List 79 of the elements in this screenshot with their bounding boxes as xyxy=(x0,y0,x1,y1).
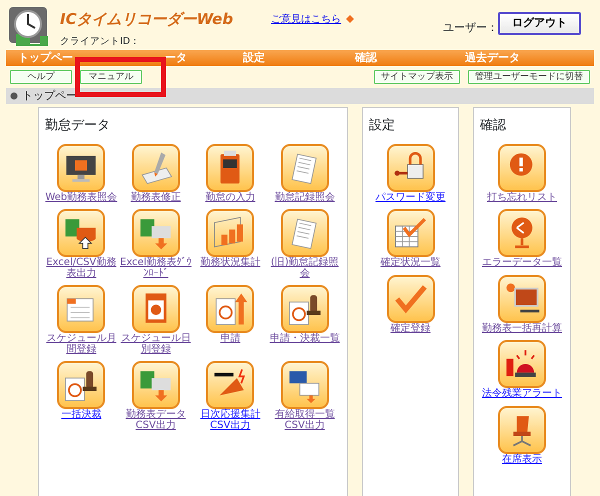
menu-tile[interactable] xyxy=(280,361,329,409)
sub-button[interactable]: マニュアル xyxy=(80,70,142,84)
menu-tile[interactable] xyxy=(132,144,180,192)
menu-link[interactable]: (旧)勤怠記録照会 xyxy=(268,258,341,279)
user-label: ユーザー： xyxy=(443,20,498,36)
exclamation-icon xyxy=(510,152,532,176)
client-id-label: クライアントID： xyxy=(60,34,142,48)
document-download-icon xyxy=(289,371,319,404)
menu-tile[interactable] xyxy=(386,274,434,322)
sub-button[interactable]: 管理ユーザーモードに切替 xyxy=(468,70,590,84)
stamp-icon xyxy=(288,295,320,325)
menu-link[interactable]: Excel勤務表ﾀﾞｳﾝﾛｰﾄﾞ xyxy=(120,258,192,279)
menu-tile[interactable] xyxy=(206,285,254,333)
menu-tile[interactable] xyxy=(57,209,106,257)
siren-icon xyxy=(506,349,536,377)
monitor-icon xyxy=(506,282,540,312)
menu-link[interactable]: パスワード変更 xyxy=(376,192,446,203)
menu-tile[interactable] xyxy=(386,209,434,257)
menu-link[interactable]: 一括決裁 xyxy=(61,410,102,420)
menu-link[interactable]: 申請 xyxy=(220,334,240,344)
menu-link[interactable]: スケジュール日別登録 xyxy=(120,334,192,355)
menu-link[interactable]: 勤怠の入力 xyxy=(205,192,256,203)
menu-tile[interactable] xyxy=(57,361,106,409)
menu-link[interactable]: Excel/CSV勤務表出力 xyxy=(45,258,118,279)
logout-button[interactable]: ログアウト xyxy=(498,12,582,34)
checkmark-icon xyxy=(394,284,426,313)
document-icon xyxy=(216,293,248,325)
menu-tile[interactable] xyxy=(57,285,106,333)
notepad-icon xyxy=(291,218,316,250)
menu-tile[interactable] xyxy=(498,274,546,322)
menu-tile[interactable] xyxy=(280,144,329,192)
menu-link[interactable]: 有給取得一覧CSV出力 xyxy=(268,410,341,431)
menu-tile[interactable] xyxy=(132,209,180,257)
menu-tile[interactable] xyxy=(386,144,434,192)
time-clock-icon xyxy=(220,150,240,184)
menu-link[interactable]: 勤務表一括再計算 xyxy=(482,324,562,334)
menu-link[interactable]: 法令残業アラート xyxy=(482,389,562,400)
menu-link[interactable]: 勤務表修正 xyxy=(130,192,181,203)
menu-link[interactable]: 申請・決裁一覧 xyxy=(270,334,340,344)
notepad-icon xyxy=(291,153,316,184)
chair-icon xyxy=(512,416,532,446)
menu-tile[interactable] xyxy=(206,361,254,409)
menu-tile[interactable] xyxy=(132,285,180,333)
sub-button[interactable]: サイトマップ表示 xyxy=(374,70,460,84)
stamp-icon xyxy=(65,371,97,401)
menu-link[interactable]: 確定状況一覧 xyxy=(380,258,440,268)
monitor-icon xyxy=(66,155,96,182)
menu-tile[interactable] xyxy=(498,144,546,192)
panel-title: 確認 xyxy=(480,117,507,135)
bullet-icon xyxy=(10,92,18,100)
menu-tile[interactable] xyxy=(132,361,180,409)
menu-tile[interactable] xyxy=(57,144,106,192)
sign-icon xyxy=(512,217,532,248)
panel-title: 設定 xyxy=(369,117,396,135)
feedback-link[interactable]: ご意見はこちら xyxy=(271,12,342,27)
bar-chart-icon xyxy=(214,216,244,248)
table-check-icon xyxy=(394,218,426,248)
menu-link[interactable]: スケジュール月間登録 xyxy=(45,334,118,355)
menu-link[interactable]: Web勤務表照会 xyxy=(45,192,118,203)
pencil-icon xyxy=(141,152,172,184)
menu-link[interactable]: 日次応援集計CSV出力 xyxy=(194,410,266,431)
menu-tile[interactable] xyxy=(206,209,254,257)
sub-button[interactable]: ヘルプ xyxy=(10,70,72,84)
menu-link[interactable]: 勤怠記録照会 xyxy=(274,192,335,203)
panel-title: 勤怠データ xyxy=(45,117,111,135)
menu-link[interactable]: エラーデータ一覧 xyxy=(482,258,562,268)
menu-tile[interactable] xyxy=(280,209,329,257)
menu-tile[interactable] xyxy=(498,209,546,257)
menu-link[interactable]: 勤務表データCSV出力 xyxy=(120,410,192,431)
menu-tile[interactable] xyxy=(498,340,546,388)
menu-link[interactable]: 在席表示 xyxy=(502,454,542,465)
menu-tile[interactable] xyxy=(498,406,546,454)
menu-tile[interactable] xyxy=(280,285,329,333)
app-title: ICタイムリコーダーWeb xyxy=(60,9,234,30)
padlock-icon xyxy=(394,152,424,178)
menu-link[interactable]: 確定登録 xyxy=(390,324,430,334)
menu-link[interactable]: 勤務状況集計 xyxy=(200,258,260,268)
menu-link[interactable]: 打ち忘れリスト xyxy=(487,192,557,203)
menu-tile[interactable] xyxy=(206,144,254,192)
